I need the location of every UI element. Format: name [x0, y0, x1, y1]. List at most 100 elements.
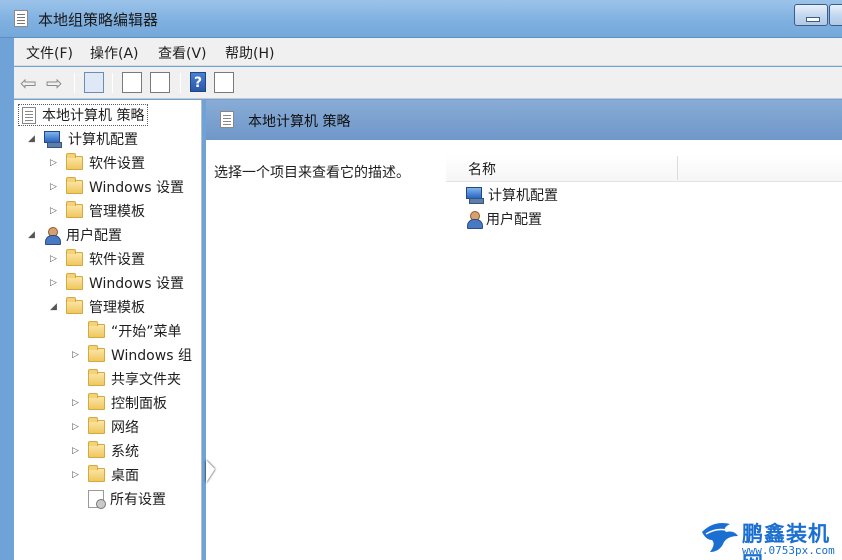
folder-icon [88, 321, 105, 338]
console-tree: 本地计算机 策略 ◢ 计算机配置 ▷ 软件设置 ▷ Windows 设置 ▷ 管… [14, 100, 202, 560]
expand-triangle-icon[interactable]: ▷ [72, 446, 82, 456]
details-pane: 本地计算机 策略 选择一个项目来查看它的描述。 名称 计算机配置 用户配置 [206, 100, 842, 560]
tree-item-control-panel[interactable]: 控制面板 [88, 392, 167, 414]
folder-icon [66, 153, 83, 170]
tree-item-shared-folders[interactable]: 共享文件夹 [88, 368, 181, 390]
folder-open-icon [66, 297, 83, 314]
tree-root[interactable]: 本地计算机 策略 [18, 104, 149, 126]
folder-icon [66, 249, 83, 266]
folder-icon [66, 273, 83, 290]
all-settings-icon [88, 490, 106, 509]
tree-item-label: 软件设置 [89, 252, 145, 268]
expand-triangle-icon[interactable]: ▷ [72, 422, 82, 432]
tree-item-windows-components[interactable]: Windows 组 [88, 344, 192, 366]
expand-triangle-icon[interactable]: ▷ [50, 278, 60, 288]
tree-item-system[interactable]: 系统 [88, 440, 139, 462]
tree-item-desktop[interactable]: 桌面 [88, 464, 139, 486]
help-icon[interactable]: ? [190, 72, 206, 92]
tree-item-label: Windows 设置 [89, 276, 184, 292]
expand-triangle-icon[interactable]: ▷ [72, 470, 82, 480]
folder-icon [88, 369, 105, 386]
menu-view[interactable]: 查看(V) [158, 43, 207, 63]
details-header: 本地计算机 策略 [206, 100, 842, 140]
toolbar-separator [180, 73, 181, 93]
column-name-header[interactable]: 名称 [468, 159, 496, 179]
eagle-logo-icon [702, 523, 738, 552]
description-text: 选择一个项目来查看它的描述。 [214, 165, 410, 181]
tree-item-user-config[interactable]: 用户配置 [44, 224, 122, 246]
tree-item-label: 网络 [111, 420, 139, 436]
folder-icon [66, 177, 83, 194]
tree-item-user-software-settings[interactable]: 软件设置 [66, 248, 145, 270]
mouse-cursor-icon [206, 460, 215, 483]
toolbar: ⇦ ⇨ ? [14, 67, 842, 99]
tree-item-label: 共享文件夹 [111, 372, 181, 388]
tree-item-label: 系统 [111, 444, 139, 460]
menu-bar: 文件(F) 操作(A) 查看(V) 帮助(H) [14, 38, 842, 66]
tree-item-label: 计算机配置 [68, 132, 138, 148]
show-hide-console-tree-icon[interactable] [84, 72, 104, 93]
column-divider[interactable] [677, 156, 678, 180]
list-item-computer-config[interactable]: 计算机配置 [466, 184, 558, 206]
tree-item-label: “开始”菜单 [111, 324, 182, 340]
expand-triangle-icon[interactable]: ▷ [50, 182, 60, 192]
properties-icon[interactable] [122, 72, 142, 93]
tree-root-label: 本地计算机 策略 [42, 108, 145, 124]
menu-action[interactable]: 操作(A) [90, 43, 139, 63]
watermark-url: www.0753px.com [742, 544, 835, 557]
expand-triangle-icon[interactable]: ▷ [50, 206, 60, 216]
window-title: 本地组策略编辑器 [38, 11, 159, 29]
tree-item-label: 管理模板 [89, 204, 145, 220]
list-item-label: 计算机配置 [488, 188, 558, 204]
item-list: 名称 计算机配置 用户配置 [446, 140, 842, 560]
folder-icon [88, 393, 105, 410]
tree-item-label: 控制面板 [111, 396, 167, 412]
user-icon [44, 227, 61, 245]
tree-item-user-admin-templates[interactable]: 管理模板 [66, 296, 145, 318]
tree-item-computer-config[interactable]: 计算机配置 [44, 128, 138, 150]
tree-item-label: Windows 设置 [89, 180, 184, 196]
folder-icon [88, 441, 105, 458]
tree-item-label: Windows 组 [111, 348, 192, 364]
tree-item-network[interactable]: 网络 [88, 416, 139, 438]
expand-triangle-icon[interactable]: ▷ [50, 254, 60, 264]
computer-icon [44, 131, 62, 148]
collapse-triangle-icon[interactable]: ◢ [28, 134, 38, 144]
minimize-button[interactable] [794, 4, 828, 26]
collapse-triangle-icon[interactable]: ◢ [50, 302, 60, 312]
menu-help[interactable]: 帮助(H) [225, 43, 274, 63]
expand-triangle-icon[interactable]: ▷ [72, 350, 82, 360]
policy-document-icon [220, 111, 234, 128]
export-list-icon[interactable] [150, 72, 170, 93]
show-action-pane-icon[interactable] [214, 72, 234, 93]
watermark: 鹏鑫装机网 www.0753px.com [700, 516, 842, 560]
tree-item-user-windows-settings[interactable]: Windows 设置 [66, 272, 184, 294]
tree-item-admin-templates[interactable]: 管理模板 [66, 200, 145, 222]
folder-icon [88, 417, 105, 434]
back-arrow-icon[interactable]: ⇦ [20, 71, 37, 95]
tree-item-label: 管理模板 [89, 300, 145, 316]
policy-document-icon [22, 106, 36, 124]
tree-item-label: 软件设置 [89, 156, 145, 172]
user-icon [466, 211, 483, 229]
tree-item-software-settings[interactable]: 软件设置 [66, 152, 145, 174]
tree-item-label: 用户配置 [66, 228, 122, 244]
column-header: 名称 [446, 154, 842, 182]
folder-icon [66, 201, 83, 218]
toolbar-separator [112, 73, 113, 93]
policy-document-icon [14, 10, 28, 27]
tree-item-all-settings[interactable]: 所有设置 [88, 488, 166, 510]
expand-triangle-icon[interactable]: ▷ [72, 398, 82, 408]
collapse-triangle-icon[interactable]: ◢ [28, 230, 38, 240]
expand-triangle-icon[interactable]: ▷ [50, 158, 60, 168]
forward-arrow-icon[interactable]: ⇨ [46, 71, 63, 95]
title-bar: 本地组策略编辑器 [0, 0, 842, 38]
computer-icon [466, 187, 484, 204]
tree-item-label: 所有设置 [110, 492, 166, 508]
menu-file[interactable]: 文件(F) [26, 43, 73, 63]
maximize-button[interactable] [829, 4, 842, 26]
tree-item-windows-settings[interactable]: Windows 设置 [66, 176, 184, 198]
list-item-user-config[interactable]: 用户配置 [466, 208, 542, 230]
tree-item-start-menu[interactable]: “开始”菜单 [88, 320, 182, 342]
folder-icon [88, 345, 105, 362]
